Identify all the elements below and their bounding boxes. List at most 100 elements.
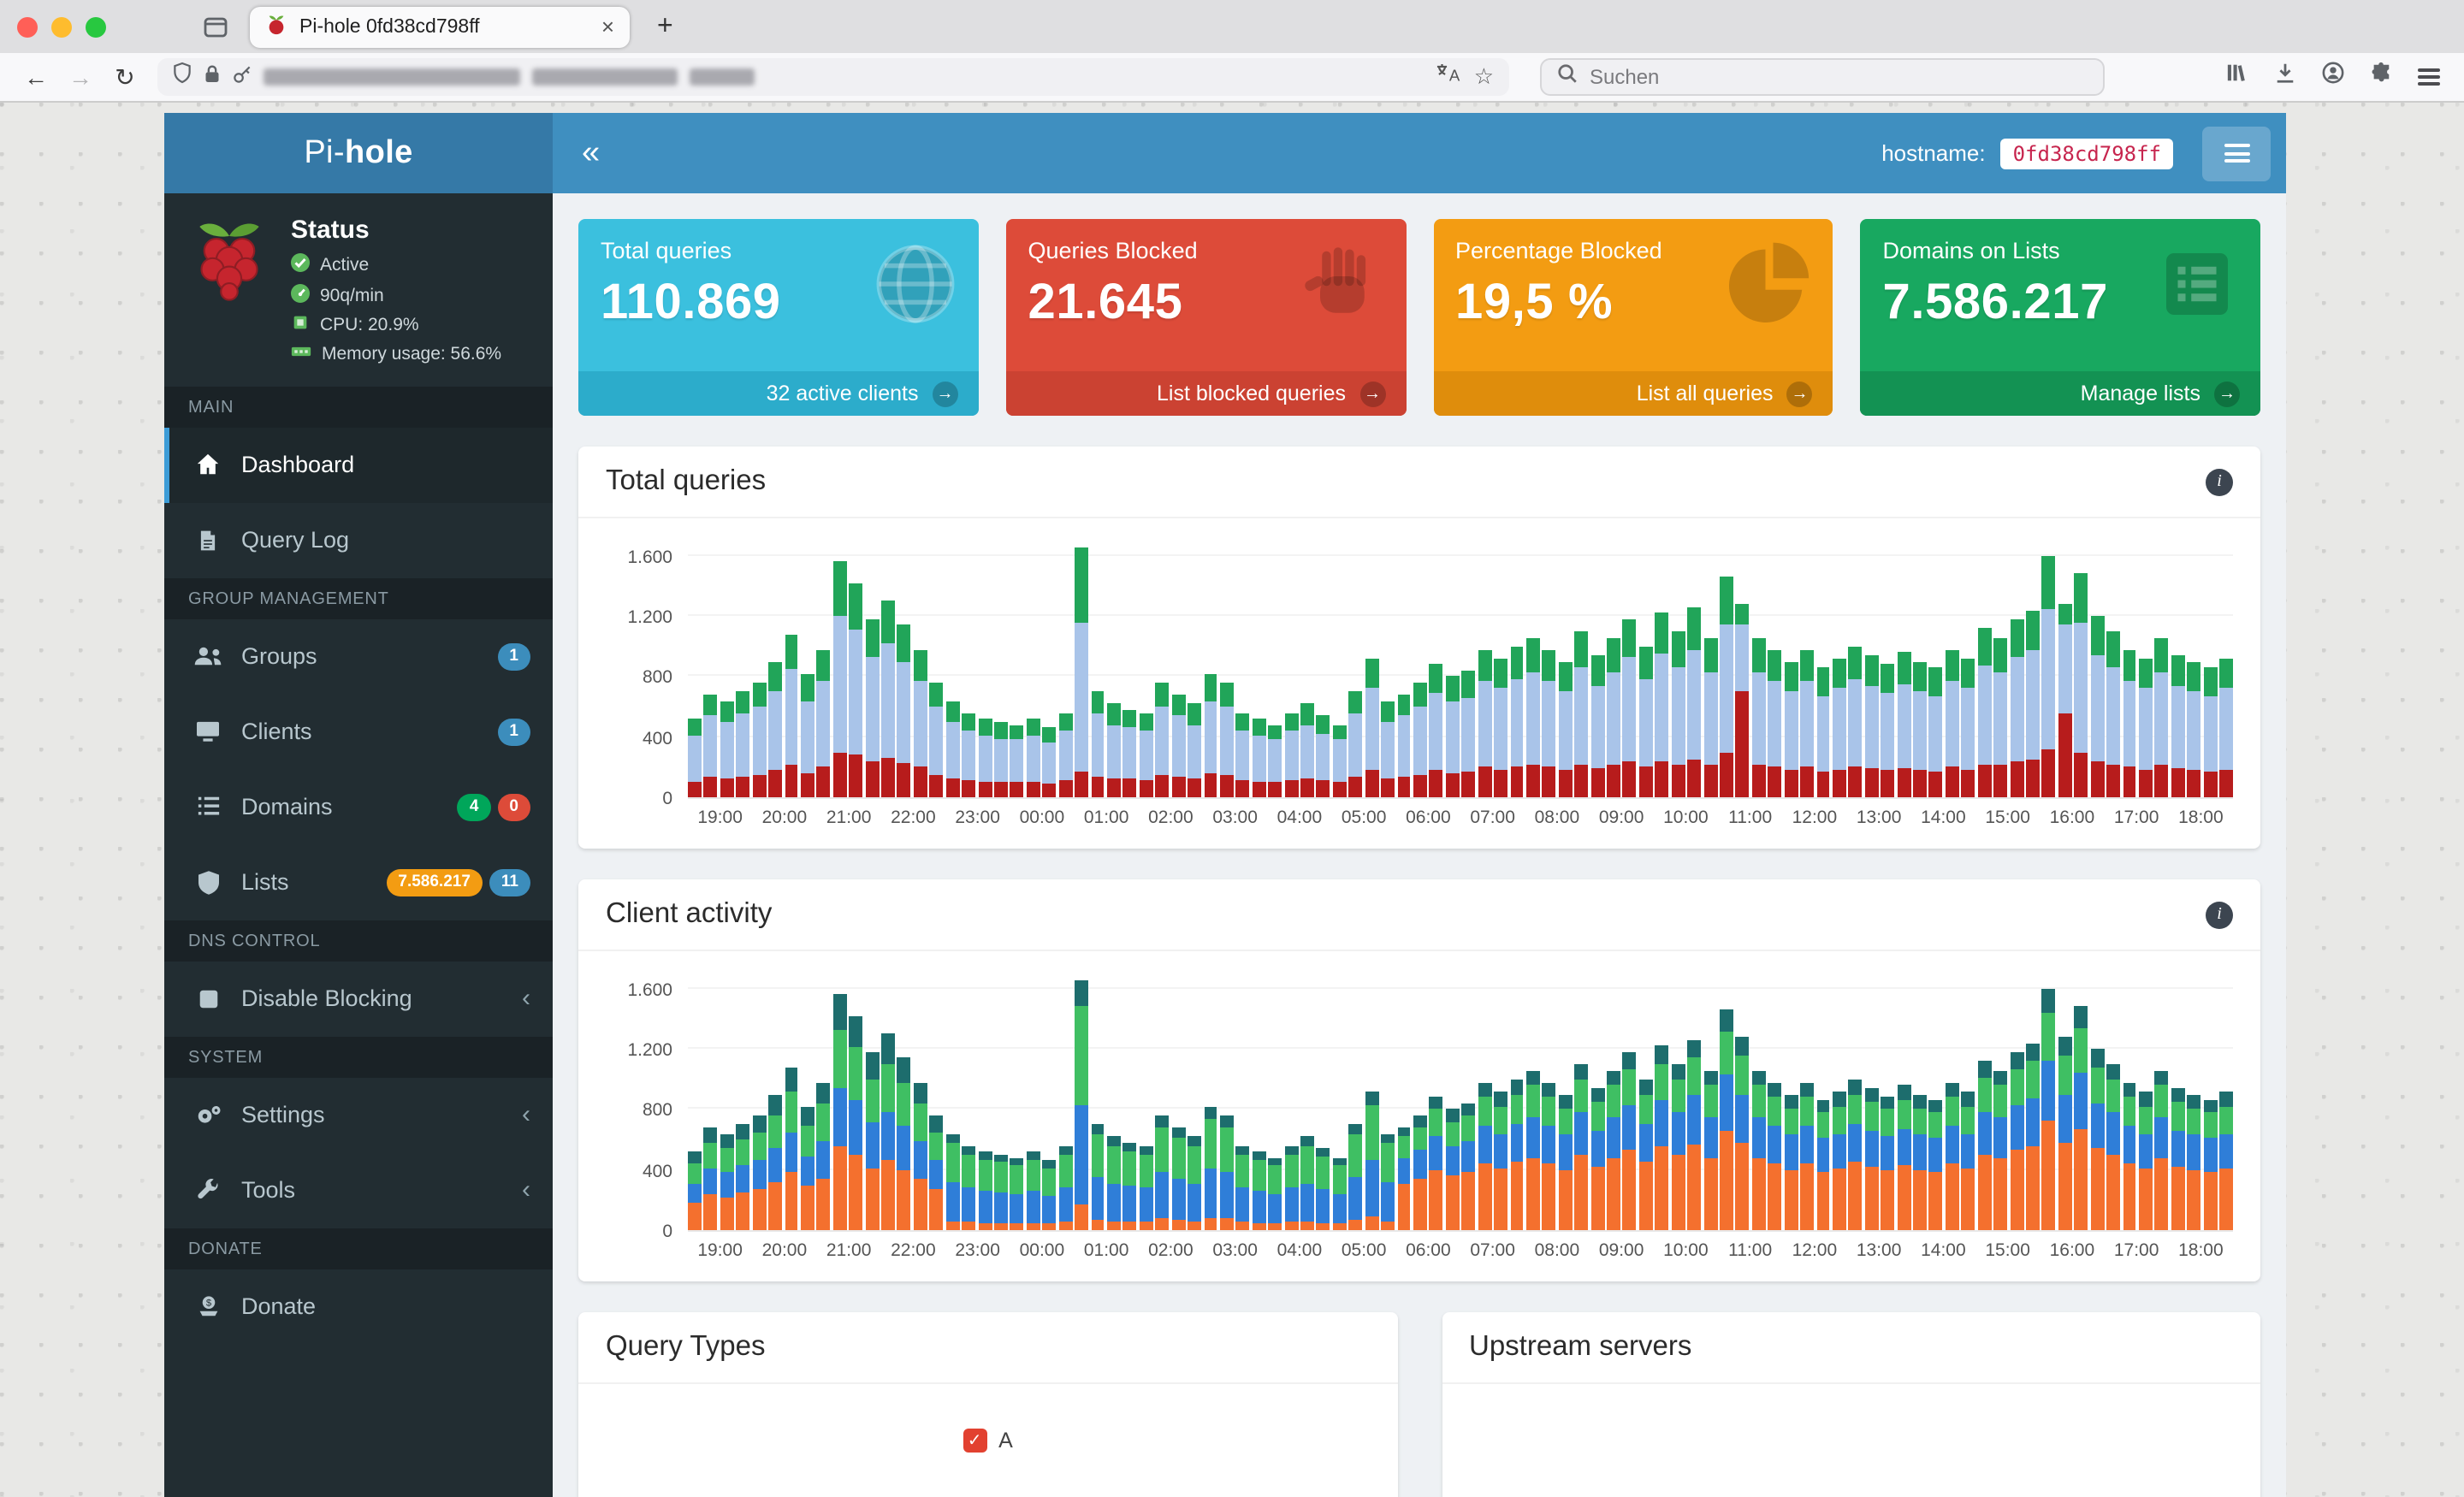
stacked-bar[interactable] bbox=[1058, 713, 1073, 797]
stacked-bar[interactable] bbox=[1461, 670, 1476, 797]
stacked-bar[interactable] bbox=[1832, 1091, 1846, 1230]
stacked-bar[interactable] bbox=[768, 1094, 783, 1230]
stacked-bar[interactable] bbox=[1445, 676, 1460, 797]
sidebar-item-disable-blocking[interactable]: Disable Blocking ‹ bbox=[164, 961, 553, 1036]
stacked-bar[interactable] bbox=[1413, 682, 1427, 797]
stacked-bar[interactable] bbox=[1881, 664, 1895, 797]
stacked-bar[interactable] bbox=[881, 601, 895, 797]
stacked-bar[interactable] bbox=[1348, 691, 1363, 797]
stacked-bar[interactable] bbox=[1687, 606, 1702, 797]
stacked-bar[interactable] bbox=[865, 618, 880, 797]
stacked-bar[interactable] bbox=[832, 561, 847, 797]
stacked-bar[interactable] bbox=[2138, 658, 2153, 797]
stacked-bar[interactable] bbox=[2041, 988, 2056, 1230]
stacked-bar[interactable] bbox=[1638, 646, 1653, 797]
stacked-bar[interactable] bbox=[1332, 725, 1347, 797]
legend-label-a[interactable]: A bbox=[998, 1429, 1013, 1453]
stacked-bar[interactable] bbox=[2219, 1091, 2233, 1230]
stacked-bar[interactable] bbox=[1542, 649, 1556, 797]
stacked-bar[interactable] bbox=[1558, 1094, 1573, 1230]
stacked-bar[interactable] bbox=[1494, 1091, 1508, 1230]
stacked-bar[interactable] bbox=[2171, 655, 2185, 797]
stacked-bar[interactable] bbox=[1703, 1070, 1717, 1230]
stacked-bar[interactable] bbox=[849, 1015, 863, 1230]
stacked-bar[interactable] bbox=[1897, 652, 1911, 797]
stacked-bar[interactable] bbox=[1510, 646, 1524, 797]
stacked-bar[interactable] bbox=[1784, 661, 1798, 797]
stacked-bar[interactable] bbox=[1122, 709, 1137, 797]
stacked-bar[interactable] bbox=[1751, 1070, 1766, 1230]
stacked-bar[interactable] bbox=[1607, 637, 1620, 797]
stacked-bar[interactable] bbox=[1800, 1082, 1815, 1230]
stacked-bar[interactable] bbox=[1106, 703, 1121, 797]
app-menu-button[interactable] bbox=[2202, 126, 2271, 180]
stacked-bar[interactable] bbox=[1784, 1094, 1798, 1230]
tracking-shield-icon[interactable] bbox=[173, 62, 192, 92]
stacked-bar[interactable] bbox=[1300, 1136, 1314, 1230]
stacked-bar[interactable] bbox=[1042, 727, 1057, 797]
downloads-icon[interactable] bbox=[2274, 62, 2296, 92]
stacked-bar[interactable] bbox=[2058, 1037, 2072, 1230]
stacked-bar[interactable] bbox=[2058, 604, 2072, 797]
stacked-bar[interactable] bbox=[1091, 691, 1105, 797]
stacked-bar[interactable] bbox=[1204, 1106, 1217, 1230]
stacked-bar[interactable] bbox=[1122, 1142, 1137, 1230]
stacked-bar[interactable] bbox=[736, 1124, 750, 1230]
sidebar-item-query-log[interactable]: Query Log bbox=[164, 502, 553, 577]
stacked-bar[interactable] bbox=[1397, 1127, 1411, 1230]
stacked-bar[interactable] bbox=[1590, 1088, 1605, 1230]
stacked-bar[interactable] bbox=[2090, 1049, 2105, 1230]
stacked-bar[interactable] bbox=[1348, 1124, 1363, 1230]
stacked-bar[interactable] bbox=[1445, 1109, 1460, 1230]
sidebar-item-settings[interactable]: Settings ‹ bbox=[164, 1077, 553, 1152]
client-activity-chart[interactable]: 0 400 800 1.200 1.600 19:00 20:00 21:00 22:00 23… bbox=[606, 975, 2233, 1261]
stacked-bar[interactable] bbox=[1026, 719, 1040, 797]
stacked-bar[interactable] bbox=[913, 1082, 927, 1230]
stacked-bar[interactable] bbox=[1671, 1063, 1685, 1230]
stacked-bar[interactable] bbox=[1574, 1063, 1589, 1230]
stacked-bar[interactable] bbox=[1075, 547, 1089, 797]
stacked-bar[interactable] bbox=[1204, 673, 1217, 797]
search-bar[interactable]: Suchen bbox=[1540, 58, 2105, 96]
stacked-bar[interactable] bbox=[897, 624, 911, 797]
stacked-bar[interactable] bbox=[1171, 1127, 1186, 1230]
stacked-bar[interactable] bbox=[1607, 1070, 1620, 1230]
reload-button[interactable]: ↻ bbox=[106, 62, 144, 92]
key-icon[interactable] bbox=[233, 62, 252, 92]
stacked-bar[interactable] bbox=[1881, 1097, 1895, 1230]
stacked-bar[interactable] bbox=[1075, 979, 1089, 1230]
stacked-bar[interactable] bbox=[1768, 649, 1782, 797]
sidebar-item-tools[interactable]: Tools ‹ bbox=[164, 1152, 553, 1228]
stacked-bar[interactable] bbox=[785, 634, 798, 797]
stacked-bar[interactable] bbox=[1381, 701, 1395, 797]
info-icon[interactable]: i bbox=[2206, 901, 2233, 928]
stacked-bar[interactable] bbox=[2074, 573, 2088, 797]
stacked-bar[interactable] bbox=[1461, 1103, 1476, 1230]
stacked-bar[interactable] bbox=[1961, 658, 1975, 797]
stacked-bar[interactable] bbox=[1010, 1157, 1024, 1230]
extensions-puzzle-icon[interactable] bbox=[2370, 62, 2392, 92]
stacked-bar[interactable] bbox=[752, 682, 767, 797]
maximize-window-button[interactable] bbox=[86, 16, 106, 37]
stacked-bar[interactable] bbox=[1397, 695, 1411, 797]
stacked-bar[interactable] bbox=[1106, 1136, 1121, 1230]
stacked-bar[interactable] bbox=[2106, 630, 2121, 797]
legend-checkbox-a[interactable]: ✓ bbox=[962, 1429, 987, 1453]
stacked-bar[interactable] bbox=[2026, 610, 2040, 797]
sidebar-item-dashboard[interactable]: Dashboard bbox=[164, 427, 553, 502]
sidebar-item-lists[interactable]: Lists 7.586.217 11 bbox=[164, 844, 553, 920]
new-tab-button[interactable]: + bbox=[643, 11, 687, 42]
close-tab-icon[interactable]: × bbox=[601, 14, 614, 39]
stacked-bar[interactable] bbox=[1510, 1079, 1524, 1230]
stacked-bar[interactable] bbox=[1332, 1157, 1347, 1230]
stacked-bar[interactable] bbox=[2090, 616, 2105, 797]
stacked-bar[interactable] bbox=[1188, 703, 1201, 797]
stacked-bar[interactable] bbox=[1429, 1097, 1443, 1230]
stacked-bar[interactable] bbox=[2041, 555, 2056, 797]
stacked-bar[interactable] bbox=[1848, 1079, 1863, 1230]
stacked-bar[interactable] bbox=[1155, 682, 1170, 797]
sidebar-item-domains[interactable]: Domains 4 0 bbox=[164, 769, 553, 844]
stacked-bar[interactable] bbox=[1300, 703, 1314, 797]
stacked-bar[interactable] bbox=[1478, 1082, 1492, 1230]
stacked-bar[interactable] bbox=[1171, 695, 1186, 797]
